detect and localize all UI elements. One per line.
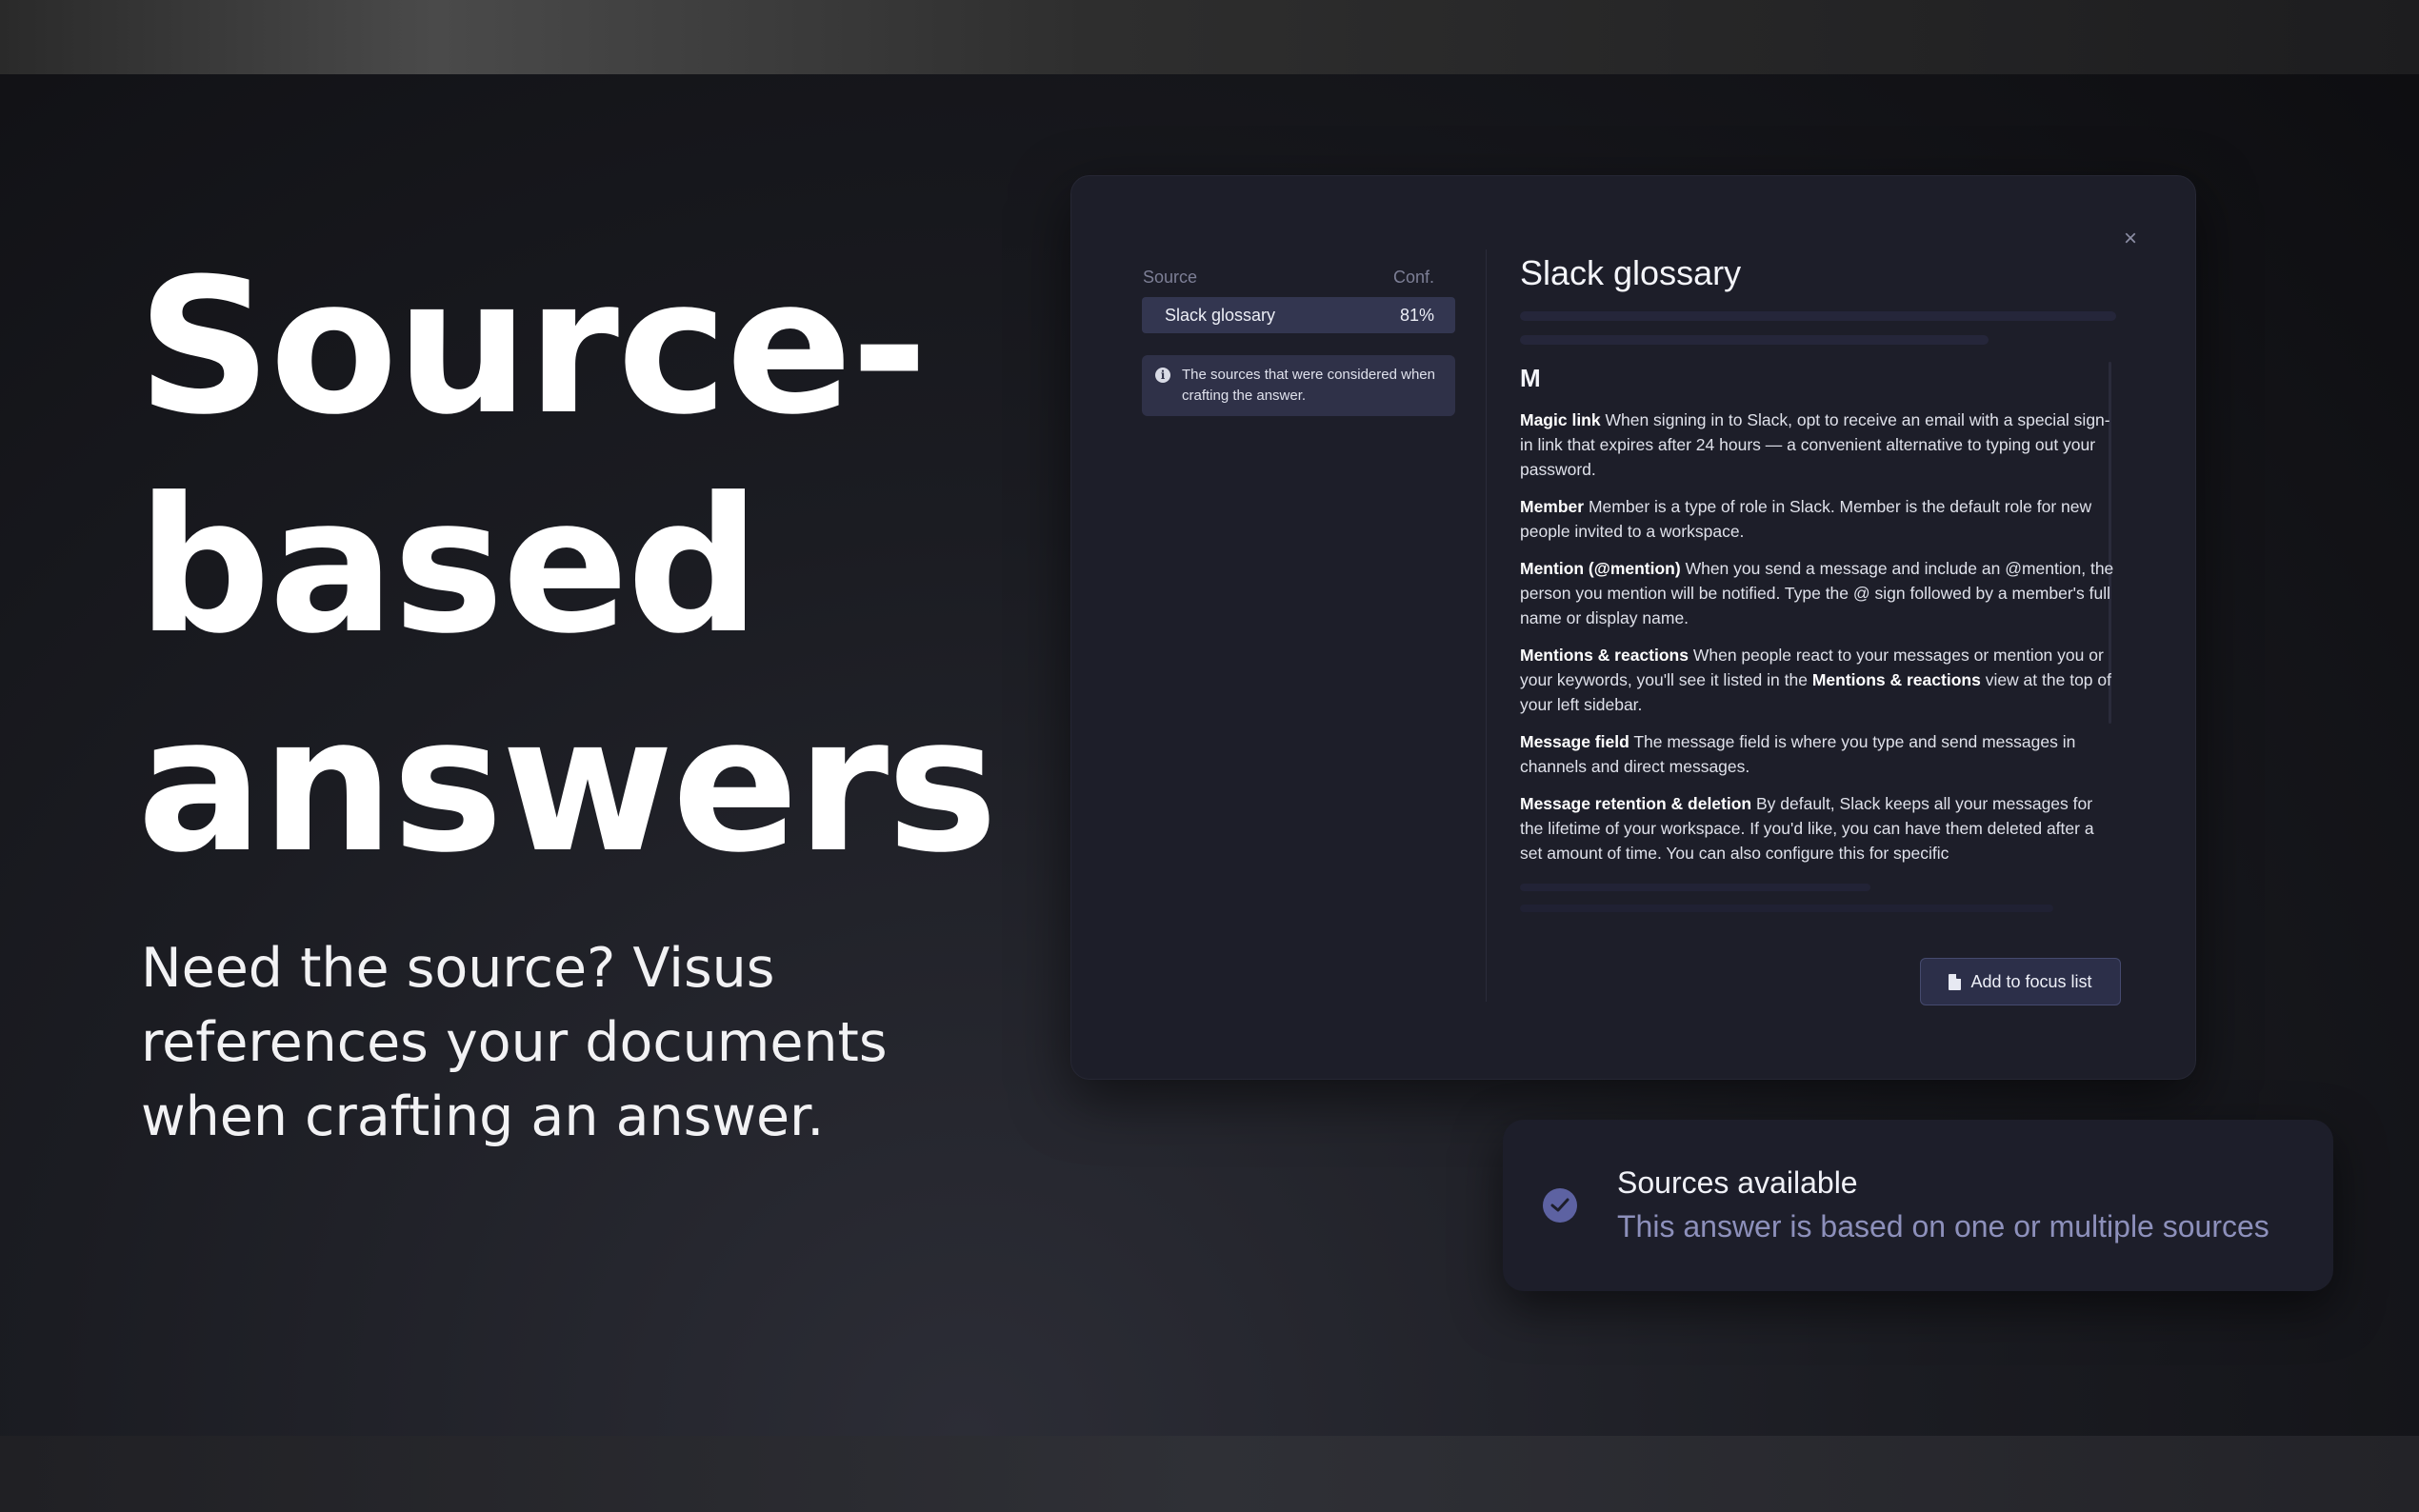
entry-term: Mention (@mention) bbox=[1520, 559, 1681, 578]
glossary-entry: Member Member is a type of role in Slack… bbox=[1520, 494, 2114, 544]
sources-info-note: i The sources that were considered when … bbox=[1142, 355, 1455, 416]
column-source: Source bbox=[1143, 268, 1198, 287]
glossary-entry: Message field The message field is where… bbox=[1520, 729, 2114, 779]
entry-term: Message retention & deletion bbox=[1520, 794, 1752, 813]
glossary-entry: Mentions & reactions When people react t… bbox=[1520, 643, 2114, 717]
entry-term: Mentions & reactions bbox=[1520, 646, 1689, 665]
entry-definition: When signing in to Slack, opt to receive… bbox=[1520, 410, 2110, 479]
source-name: Slack glossary bbox=[1165, 305, 1276, 325]
headline-line: based bbox=[137, 458, 760, 675]
top-band bbox=[0, 0, 2419, 74]
skeleton-line bbox=[1520, 335, 1989, 345]
skeleton-line bbox=[1520, 884, 1870, 891]
entry-term: Member bbox=[1520, 497, 1585, 516]
document-icon bbox=[1949, 973, 1962, 990]
source-confidence: 81% bbox=[1399, 305, 1434, 325]
close-icon[interactable]: × bbox=[2118, 227, 2143, 251]
check-circle-icon bbox=[1543, 1188, 1577, 1223]
sources-table-header: Source Conf. bbox=[1143, 268, 1434, 288]
section-letter: M bbox=[1520, 364, 1541, 392]
document-title: Slack glossary bbox=[1520, 253, 1742, 292]
toast-title: Sources available bbox=[1617, 1165, 1858, 1200]
skeleton-line bbox=[1520, 905, 2053, 912]
entry-inline-term: Mentions & reactions bbox=[1811, 670, 1981, 689]
entry-term: Message field bbox=[1520, 732, 1629, 751]
info-text: The sources that were considered when cr… bbox=[1182, 367, 1435, 404]
toast-subtitle: This answer is based on one or multiple … bbox=[1617, 1209, 2269, 1243]
hero-subcopy: Need the source? Visus references your d… bbox=[141, 937, 888, 1148]
add-to-focus-list-button[interactable]: Add to focus list bbox=[1920, 958, 2121, 1005]
headline-line: answers bbox=[137, 677, 998, 894]
check-glyph bbox=[1550, 1198, 1569, 1212]
info-icon: i bbox=[1155, 368, 1170, 383]
entry-definition: Member is a type of role in Slack. Membe… bbox=[1520, 497, 2092, 541]
skeleton-line bbox=[1520, 311, 2116, 321]
bottom-band bbox=[0, 1436, 2419, 1512]
headline-line: Source- bbox=[137, 239, 928, 456]
sources-available-toast: Sources available This answer is based o… bbox=[1503, 1120, 2333, 1291]
glossary-entries: Magic link When signing in to Slack, opt… bbox=[1520, 408, 2114, 867]
panel-divider bbox=[1486, 249, 1487, 1002]
column-confidence: Conf. bbox=[1392, 268, 1434, 287]
add-button-label: Add to focus list bbox=[1970, 971, 2092, 991]
glossary-entry: Mention (@mention) When you send a messa… bbox=[1520, 556, 2114, 630]
hero-headline: Source- based answers bbox=[137, 238, 1051, 895]
entry-term: Magic link bbox=[1520, 410, 1601, 429]
source-row-slack-glossary[interactable]: Slack glossary 81% bbox=[1142, 297, 1455, 333]
glossary-entry: Message retention & deletion By default,… bbox=[1520, 791, 2114, 865]
glossary-entry: Magic link When signing in to Slack, opt… bbox=[1520, 408, 2114, 482]
